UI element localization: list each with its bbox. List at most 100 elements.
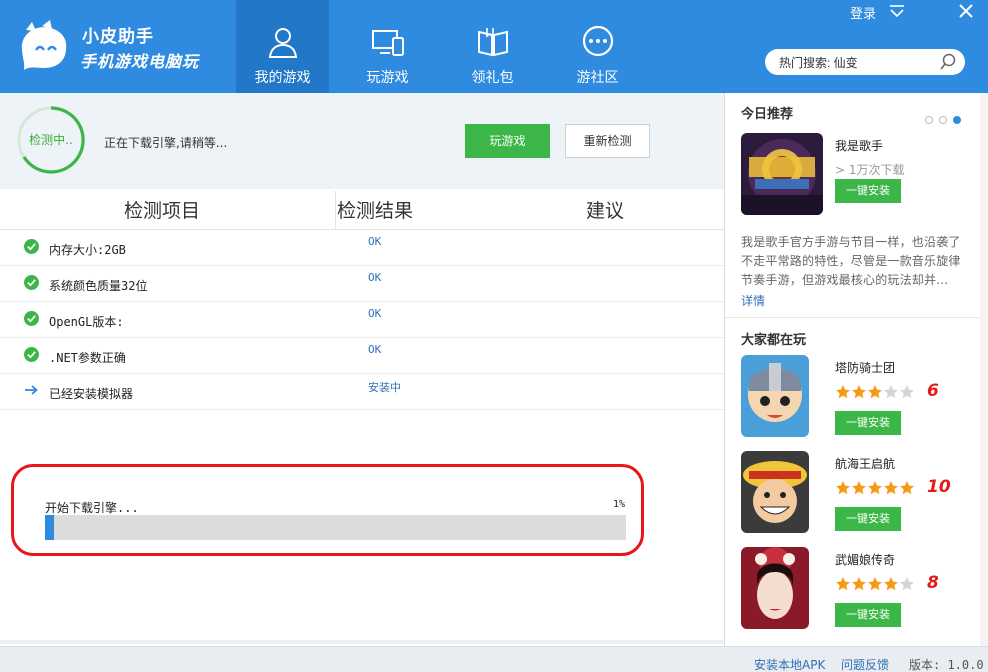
game-score: 10 [927, 477, 951, 497]
row-result: OK [368, 343, 382, 356]
progress-label: 开始下载引擎... [45, 501, 139, 515]
star-filled-icon [884, 577, 898, 591]
devices-icon [371, 30, 404, 56]
popular-game-item[interactable]: 航海王启航 10 一键安装 [725, 451, 988, 541]
tab-label: 领礼包 [471, 70, 514, 86]
star-filled-icon [852, 577, 866, 591]
version-label: 版本: 1.0.0 [909, 658, 984, 672]
table-row: 已经安装模拟器 安装中 [0, 374, 724, 410]
featured-install-button[interactable]: 一键安装 [835, 179, 901, 203]
game-score: 6 [927, 381, 939, 401]
arrow-right-icon [25, 385, 38, 395]
row-result: OK [368, 235, 382, 248]
table-row: OpenGL版本: OK [0, 302, 724, 338]
game-name[interactable]: 武媚娘传奇 [835, 551, 895, 568]
row-label: 系统颜色质量32位 [49, 279, 148, 293]
pager-dot[interactable] [925, 116, 933, 124]
column-divider [335, 191, 336, 229]
logo-icon [21, 20, 67, 70]
table-row: .NET参数正确 OK [0, 338, 724, 374]
row-label: 已经安装模拟器 [49, 387, 134, 401]
star-rating [835, 480, 915, 496]
star-filled-icon [836, 481, 850, 495]
star-filled-icon [852, 481, 866, 495]
star-filled-icon [884, 481, 898, 495]
table-row: 内存大小:2GB OK [0, 230, 724, 266]
detection-status-bar: 检测中.. 正在下载引擎,请稍等... 玩游戏 重新检测 [0, 93, 724, 189]
search-input[interactable] [779, 53, 929, 71]
login-link[interactable]: 登录 [850, 3, 876, 22]
recheck-button[interactable]: 重新检测 [565, 124, 650, 158]
tab-label: 游社区 [576, 70, 619, 86]
star-rating [835, 576, 915, 592]
tab-community[interactable]: 游社区 [551, 0, 644, 93]
chat-icon [582, 25, 613, 57]
star-filled-icon [900, 481, 914, 495]
scrollbar-track[interactable] [980, 93, 988, 646]
game-name[interactable]: 塔防骑士团 [835, 359, 895, 376]
tab-gift-pack[interactable]: 领礼包 [446, 0, 539, 93]
column-header-advice: 建议 [586, 200, 625, 222]
tab-label: 我的游戏 [254, 70, 311, 86]
game-thumbnail[interactable] [741, 547, 809, 629]
check-icon [24, 311, 39, 326]
star-empty-icon [900, 385, 914, 399]
app-header: 小皮助手 手机游戏电脑玩 我的游戏 玩游戏 领礼包 游社区 登录 热门搜索: 仙… [0, 0, 988, 93]
row-result: OK [368, 271, 382, 284]
game-name[interactable]: 航海王启航 [835, 455, 895, 472]
app-title: 小皮助手 [82, 27, 154, 47]
book-icon [477, 28, 508, 57]
game-thumbnail[interactable] [741, 451, 809, 533]
game-thumbnail[interactable] [741, 355, 809, 437]
check-icon [24, 275, 39, 290]
install-button[interactable]: 一键安装 [835, 411, 901, 435]
popular-title: 大家都在玩 [741, 333, 807, 348]
row-result-installing: 安装中 [368, 381, 401, 394]
detecting-label: 检测中.. [29, 133, 73, 147]
tab-label: 玩游戏 [366, 70, 409, 86]
game-score: 8 [927, 573, 939, 593]
install-local-apk-link[interactable]: 安装本地APK [754, 656, 825, 672]
column-header-item: 检测项目 [124, 200, 201, 222]
status-footer: 安装本地APK 问题反馈 版本: 1.0.0 [0, 646, 988, 672]
menu-dropdown-icon[interactable] [889, 4, 905, 18]
play-game-button[interactable]: 玩游戏 [465, 124, 550, 158]
search-box [765, 49, 965, 75]
install-button[interactable]: 一键安装 [835, 507, 901, 531]
progress-fill [45, 515, 54, 540]
star-empty-icon [884, 385, 898, 399]
user-icon [268, 28, 297, 58]
featured-details-link[interactable]: 详情 [741, 292, 765, 309]
popular-game-item[interactable]: 武媚娘传奇 8 一键安装 [725, 547, 988, 637]
star-filled-icon [868, 577, 882, 591]
tab-my-games[interactable]: 我的游戏 [236, 0, 329, 93]
app-subtitle: 手机游戏电脑玩 [80, 52, 200, 71]
today-recommend-title: 今日推荐 [741, 107, 794, 122]
featured-download-count: > 1万次下载 [835, 163, 905, 177]
search-icon[interactable] [939, 53, 957, 71]
row-label: .NET参数正确 [49, 351, 126, 365]
feedback-link[interactable]: 问题反馈 [841, 656, 889, 672]
download-progress-bar [45, 515, 626, 540]
pager-dot[interactable] [939, 116, 947, 124]
star-filled-icon [868, 481, 882, 495]
close-icon[interactable] [958, 3, 974, 19]
star-rating [835, 384, 915, 400]
carousel-pager [925, 113, 967, 127]
row-label: OpenGL版本: [49, 315, 124, 329]
row-label: 内存大小:2GB [49, 243, 126, 257]
star-filled-icon [836, 577, 850, 591]
popular-game-item[interactable]: 塔防骑士团 6 一键安装 [725, 355, 988, 445]
featured-game-image[interactable] [741, 133, 823, 215]
row-result: OK [368, 307, 382, 320]
star-filled-icon [836, 385, 850, 399]
tab-play-games[interactable]: 玩游戏 [341, 0, 434, 93]
star-empty-icon [900, 577, 914, 591]
check-icon [24, 239, 39, 254]
featured-game-name[interactable]: 我是歌手 [835, 137, 883, 154]
star-filled-icon [852, 385, 866, 399]
progress-percent: 1% [613, 499, 626, 510]
pager-dot-active[interactable] [953, 116, 961, 124]
install-button[interactable]: 一键安装 [835, 603, 901, 627]
star-filled-icon [868, 385, 882, 399]
